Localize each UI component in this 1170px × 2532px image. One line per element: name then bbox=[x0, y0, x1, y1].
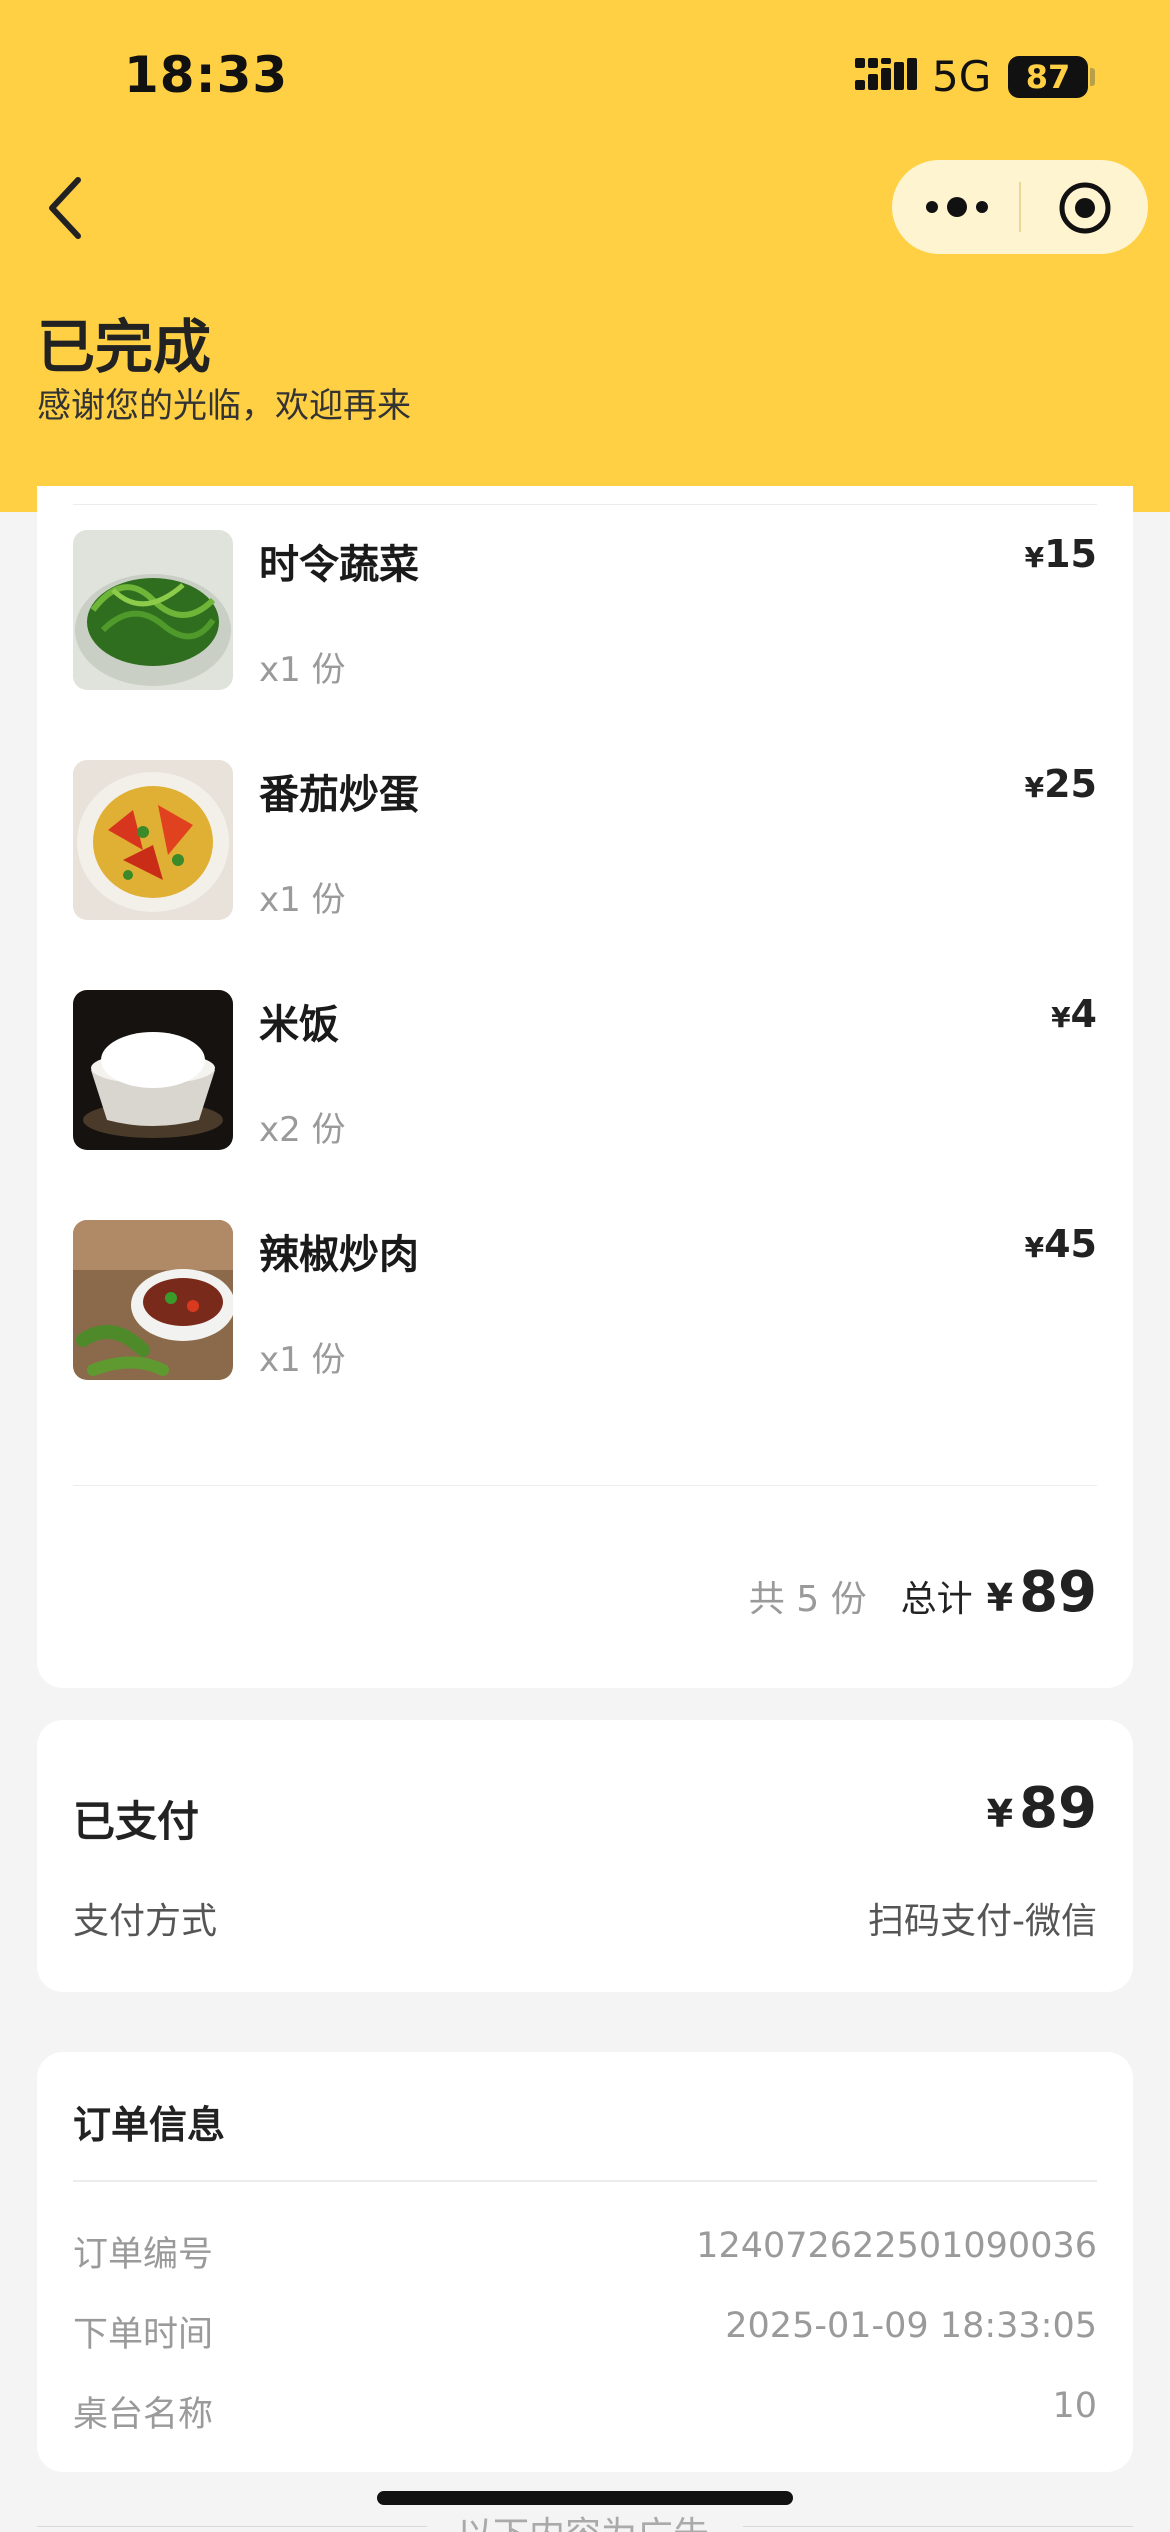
dish-quantity: x1 份 bbox=[259, 650, 346, 690]
dish-image bbox=[73, 760, 233, 920]
status-time: 18:33 bbox=[124, 46, 289, 104]
page-title: 已完成 bbox=[37, 313, 212, 381]
order-time-row: 下单时间 2025-01-09 18:33:05 bbox=[73, 2306, 1097, 2355]
payment-card: 已支付 ¥89 支付方式 扫码支付-微信 bbox=[37, 1720, 1133, 1992]
dish-quantity: x2 份 bbox=[259, 1110, 346, 1150]
dish-name: 番茄炒蛋 bbox=[259, 772, 419, 818]
more-dots-icon[interactable] bbox=[922, 187, 992, 227]
ad-label: 以下内容为广告 bbox=[457, 2506, 709, 2532]
dish-image bbox=[73, 530, 233, 690]
divider bbox=[37, 2526, 427, 2527]
total-amount: 89 bbox=[1019, 1560, 1097, 1625]
dish-name: 米饭 bbox=[259, 1002, 339, 1048]
dish-price: ¥15 bbox=[1024, 532, 1097, 576]
divider bbox=[743, 2526, 1133, 2527]
signal-icon bbox=[855, 58, 917, 90]
home-indicator[interactable] bbox=[377, 2491, 793, 2505]
payment-status: 已支付 bbox=[73, 1797, 200, 1846]
dish-image bbox=[73, 990, 233, 1150]
target-close-icon[interactable] bbox=[1057, 180, 1113, 236]
order-summary: 共 5 份 总计 ¥ 89 bbox=[749, 1560, 1097, 1640]
network-type: 5G bbox=[932, 52, 992, 101]
list-item[interactable]: 时令蔬菜 x1 份 ¥15 bbox=[73, 530, 1097, 700]
battery-nub bbox=[1090, 68, 1095, 86]
page-subtitle: 感谢您的光临，欢迎再来 bbox=[37, 386, 411, 426]
payment-method-label: 支付方式 bbox=[73, 1901, 218, 1942]
chevron-left-icon[interactable] bbox=[40, 170, 100, 246]
item-count: 共 5 份 bbox=[748, 1579, 867, 1620]
dish-quantity: x1 份 bbox=[259, 880, 346, 920]
dish-price: ¥25 bbox=[1024, 762, 1097, 806]
battery-icon: 87 bbox=[1008, 56, 1088, 98]
payment-method-value: 扫码支付-微信 bbox=[868, 1901, 1097, 1942]
dish-name: 时令蔬菜 bbox=[259, 542, 419, 588]
divider bbox=[73, 2180, 1097, 2182]
mini-program-capsule bbox=[892, 160, 1148, 254]
dish-name: 辣椒炒肉 bbox=[259, 1232, 419, 1278]
dish-image bbox=[73, 1220, 233, 1380]
capsule-divider bbox=[1019, 182, 1021, 232]
total-label: 总计 bbox=[900, 1579, 973, 1620]
status-bar: 18:33 5G 87 bbox=[0, 0, 1170, 150]
table-name-row: 桌台名称 10 bbox=[73, 2386, 1097, 2435]
payment-amount: ¥89 bbox=[986, 1776, 1097, 1841]
order-items-card: 时令蔬菜 x1 份 ¥15 番茄炒蛋 x1 份 ¥25 米饭 x2 份 ¥4 辣… bbox=[37, 486, 1133, 1688]
currency-symbol: ¥ bbox=[986, 1576, 1014, 1620]
dish-price: ¥4 bbox=[1051, 992, 1097, 1036]
dish-quantity: x1 份 bbox=[259, 1340, 346, 1380]
list-item[interactable]: 米饭 x2 份 ¥4 bbox=[73, 990, 1097, 1160]
list-item[interactable]: 番茄炒蛋 x1 份 ¥25 bbox=[73, 760, 1097, 930]
list-item[interactable]: 辣椒炒肉 x1 份 ¥45 bbox=[73, 1220, 1097, 1390]
divider bbox=[73, 504, 1097, 505]
divider bbox=[73, 1485, 1097, 1486]
order-info-title: 订单信息 bbox=[73, 2103, 226, 2147]
order-info-card: 订单信息 订单编号 124072622501090036 下单时间 2025-0… bbox=[37, 2052, 1133, 2472]
dish-price: ¥45 bbox=[1024, 1222, 1097, 1266]
order-number-row: 订单编号 124072622501090036 bbox=[73, 2226, 1097, 2275]
